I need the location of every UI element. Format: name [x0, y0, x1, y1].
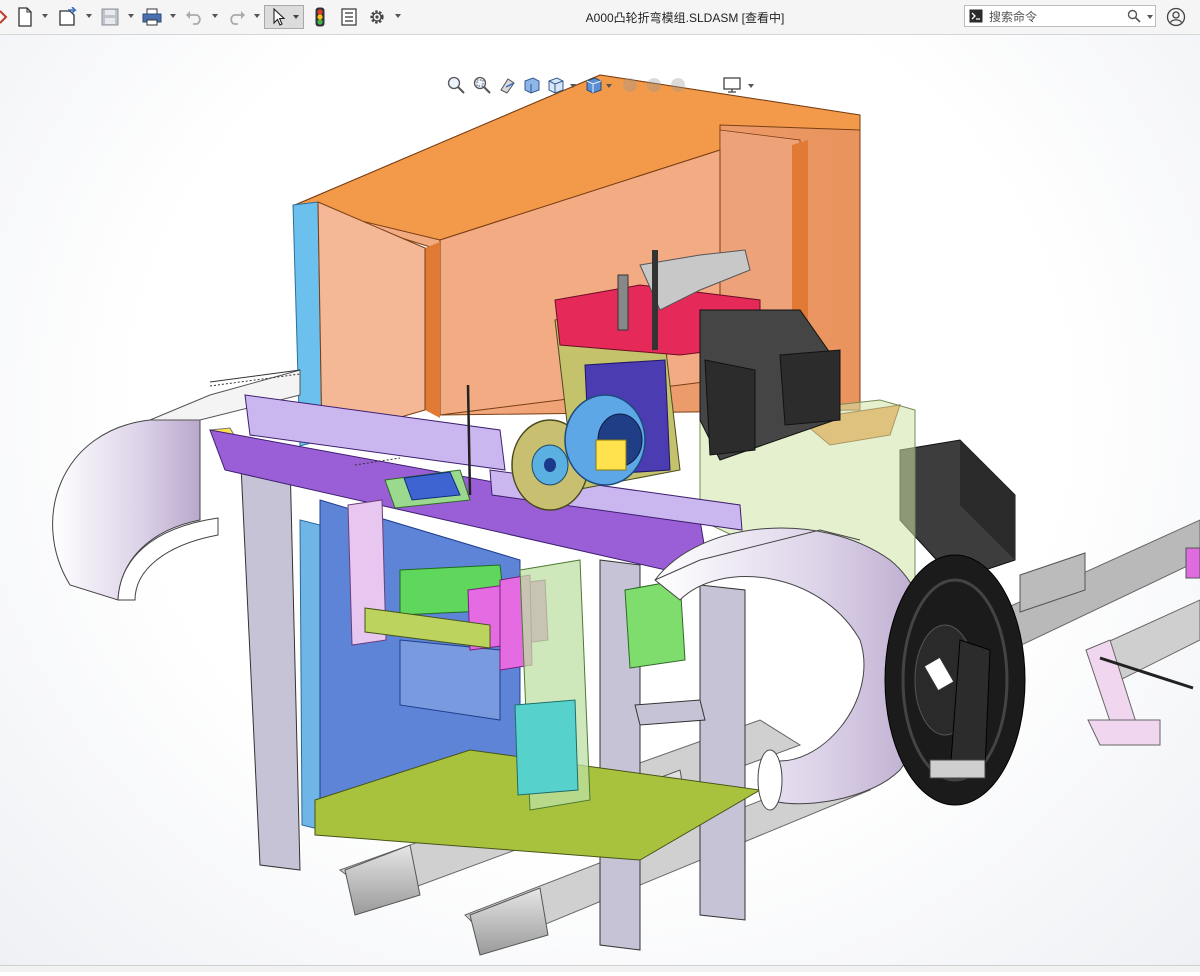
display-style-dropdown-icon[interactable] [606, 84, 612, 88]
options-gear-icon[interactable] [366, 5, 388, 29]
assembly-model-drawing [52, 74, 1200, 956]
search-box[interactable] [964, 5, 1156, 27]
command-prompt-icon [969, 9, 983, 23]
print-dropdown-arrow-icon[interactable] [170, 14, 176, 18]
title-bar: A000凸轮折弯模组.SLDASM [查看中] [0, 0, 1200, 35]
previous-view-icon[interactable] [498, 75, 518, 95]
view-settings-dropdown-icon[interactable] [748, 84, 754, 88]
window-title: A000凸轮折弯模组.SLDASM [查看中] [585, 11, 785, 25]
search-dropdown-arrow-icon[interactable] [1147, 15, 1153, 19]
solidworks-menu-icon[interactable] [0, 5, 10, 29]
redo-dropdown-arrow-icon[interactable] [254, 14, 260, 18]
new-dropdown-arrow-icon[interactable] [42, 14, 48, 18]
graphics-area[interactable] [0, 35, 1200, 971]
open-document-icon[interactable] [56, 5, 80, 29]
zoom-to-fit-icon[interactable] [446, 75, 466, 95]
save-dropdown-arrow-icon[interactable] [128, 14, 134, 18]
new-document-icon[interactable] [14, 5, 36, 29]
user-account-icon[interactable] [1164, 5, 1188, 29]
open-dropdown-arrow-icon[interactable] [86, 14, 92, 18]
apply-scene-icon[interactable] [668, 75, 688, 95]
rebuild-traffic-light-icon[interactable] [311, 5, 329, 29]
undo-icon[interactable] [183, 5, 205, 29]
edit-appearance-icon[interactable] [644, 75, 664, 95]
undo-dropdown-arrow-icon[interactable] [212, 14, 218, 18]
view-orientation-icon[interactable] [546, 75, 566, 95]
zoom-to-area-icon[interactable] [472, 75, 492, 95]
display-style-icon[interactable] [584, 75, 604, 95]
options-dropdown-arrow-icon[interactable] [395, 14, 401, 18]
print-icon[interactable] [140, 5, 164, 29]
save-icon[interactable] [99, 5, 121, 29]
file-properties-icon[interactable] [338, 5, 360, 29]
search-input[interactable] [989, 9, 1119, 25]
view-settings-icon[interactable] [722, 75, 742, 95]
handwheel [884, 554, 1026, 806]
search-icon[interactable] [1127, 9, 1141, 23]
redo-icon[interactable] [226, 5, 248, 29]
section-view-icon[interactable] [522, 75, 542, 95]
select-pointer-icon[interactable] [264, 5, 304, 29]
view-orientation-dropdown-icon[interactable] [570, 84, 576, 88]
hide-show-items-icon[interactable] [620, 75, 640, 95]
